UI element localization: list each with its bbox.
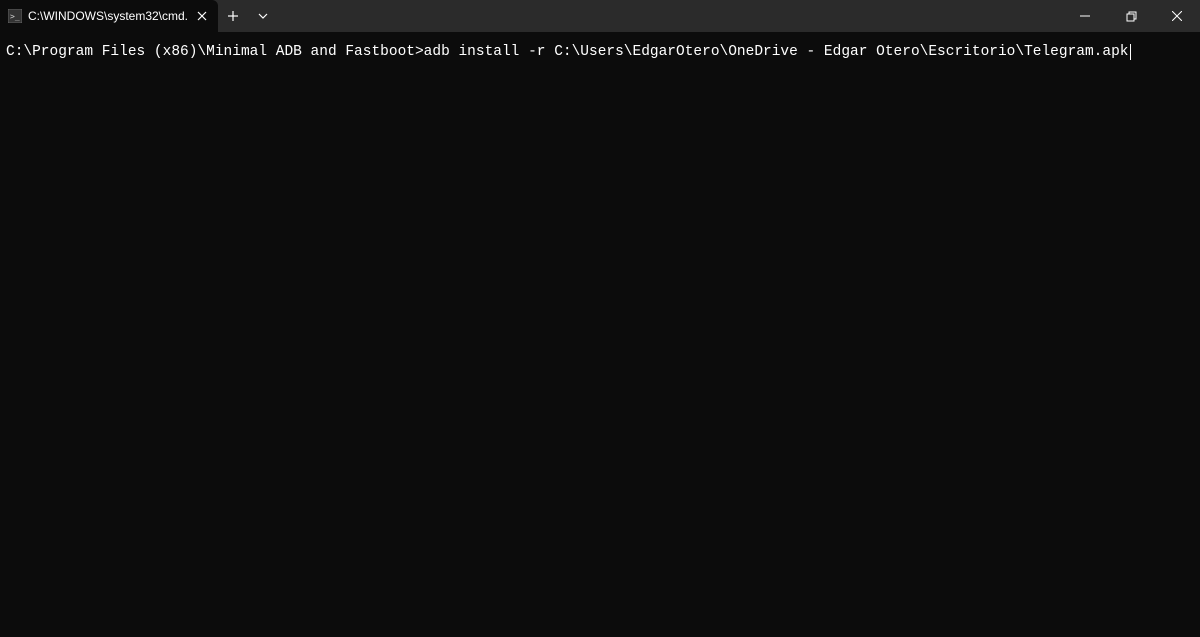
active-tab[interactable]: >_ C:\WINDOWS\system32\cmd. xyxy=(0,0,218,32)
command-input: adb install -r C:\Users\EdgarOtero\OneDr… xyxy=(424,44,1129,60)
window-controls xyxy=(1062,0,1200,32)
tab-close-button[interactable] xyxy=(194,8,210,24)
prompt-path: C:\Program Files (x86)\Minimal ADB and F… xyxy=(6,44,424,60)
close-window-button[interactable] xyxy=(1154,0,1200,32)
svg-text:>_: >_ xyxy=(10,12,20,21)
minimize-button[interactable] xyxy=(1062,0,1108,32)
titlebar: >_ C:\WINDOWS\system32\cmd. xyxy=(0,0,1200,32)
terminal-area[interactable]: C:\Program Files (x86)\Minimal ADB and F… xyxy=(0,32,1200,72)
tab-dropdown-button[interactable] xyxy=(248,0,278,32)
titlebar-drag-area[interactable] xyxy=(278,0,1062,32)
maximize-button[interactable] xyxy=(1108,0,1154,32)
cmd-icon: >_ xyxy=(8,9,22,23)
text-cursor xyxy=(1130,44,1131,60)
tab-title: C:\WINDOWS\system32\cmd. xyxy=(28,9,188,23)
new-tab-button[interactable] xyxy=(218,0,248,32)
